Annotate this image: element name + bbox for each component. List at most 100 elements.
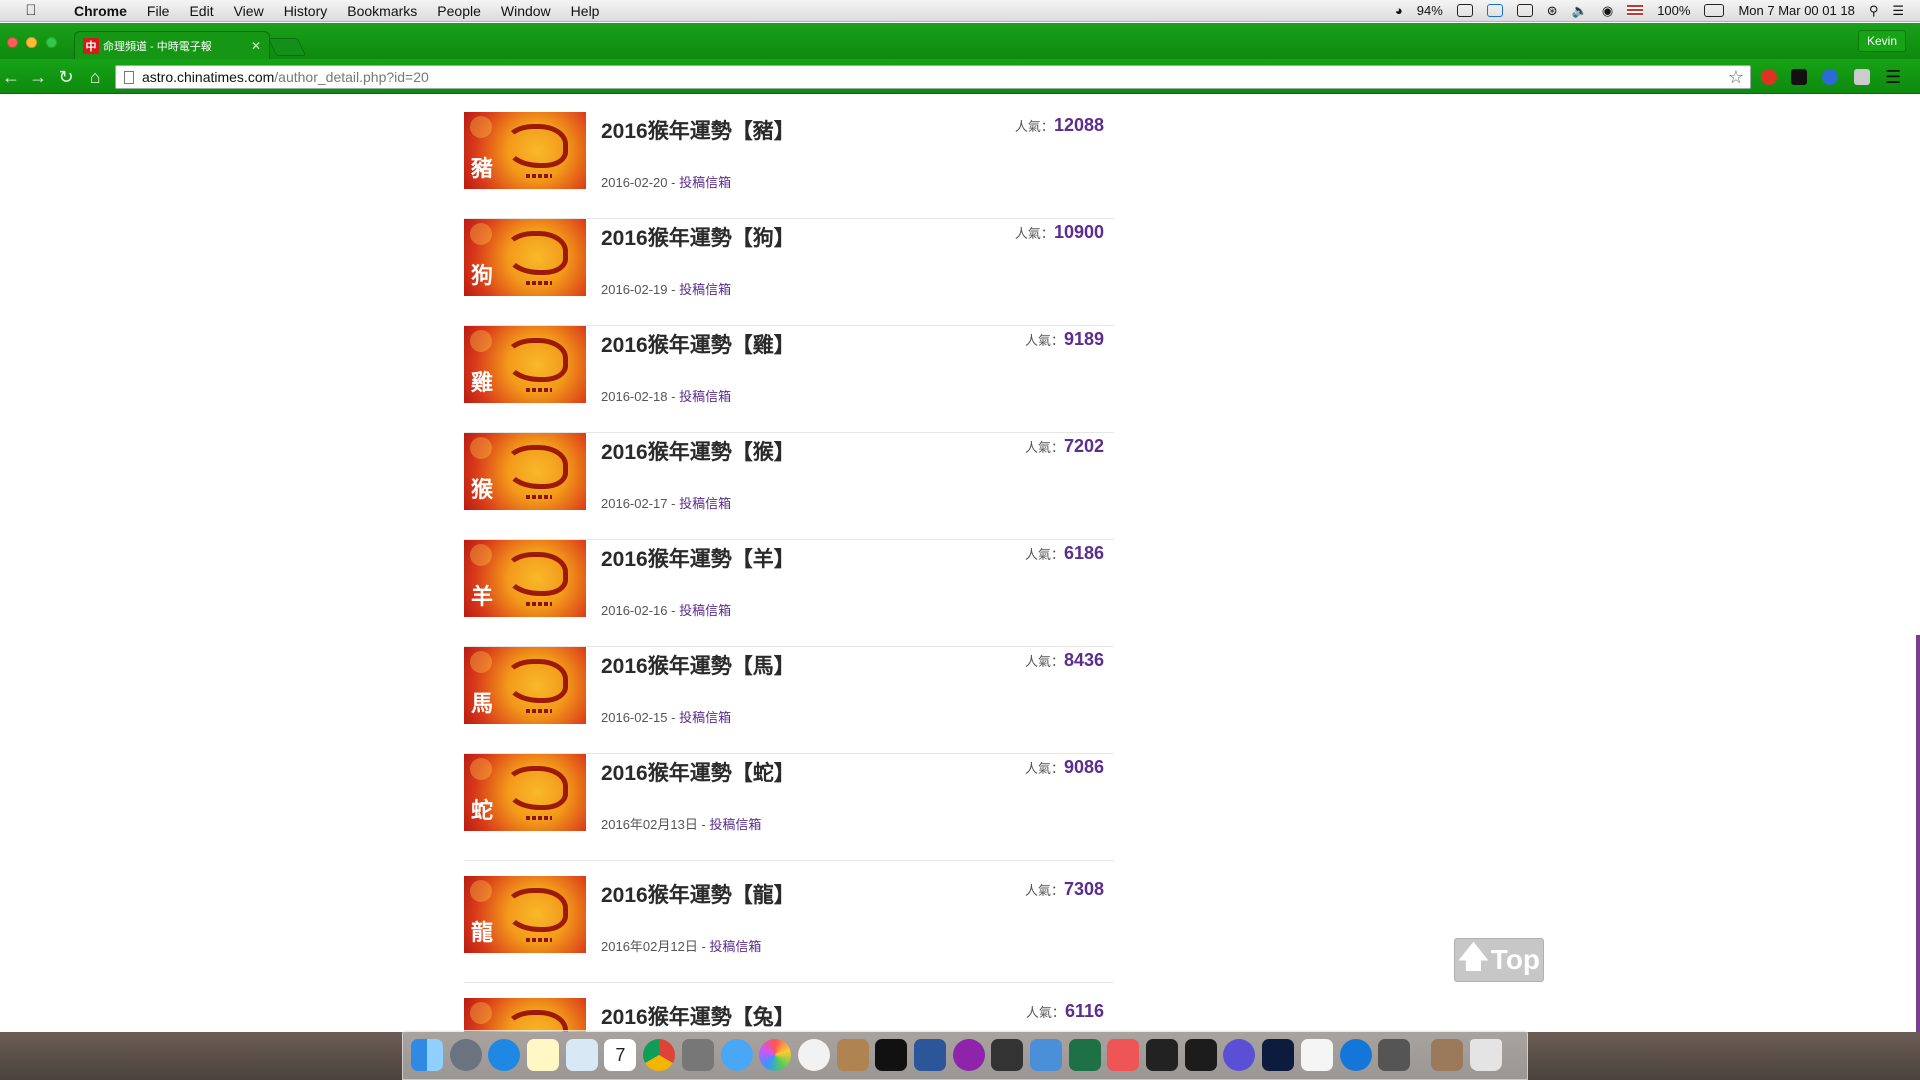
window-close-button[interactable] [7,37,18,48]
flag-icon[interactable] [1627,5,1644,16]
volume-icon[interactable]: 🔈 [1572,3,1588,19]
book-icon[interactable] [1430,1039,1463,1071]
extension-record-icon[interactable] [1761,69,1777,85]
extension-reader-icon[interactable] [1791,69,1807,85]
menu-file[interactable]: File [147,3,170,19]
back-icon[interactable]: ← [1,67,21,87]
terminal-icon[interactable] [1146,1039,1179,1071]
excel-icon[interactable] [1068,1039,1101,1071]
activity-monitor-icon[interactable] [1184,1039,1217,1071]
menu-help[interactable]: Help [571,3,600,19]
textedit-icon[interactable] [1300,1039,1333,1071]
article-title[interactable]: 2016猴年運勢【狗】 [601,222,795,252]
extension-shield-icon[interactable] [1822,69,1838,85]
keynote-icon[interactable] [1107,1039,1140,1071]
cpu-icon[interactable]: ◕ [1395,3,1403,18]
mailbox-link[interactable]: 投稿信箱 [679,389,731,404]
article-item[interactable]: 羊 2016猴年運勢【羊】 2016-02-16 - 投稿信箱 人氣：6186 [464,540,1114,647]
article-item[interactable]: 狗 2016猴年運勢【狗】 2016-02-19 - 投稿信箱 人氣：10900 [464,219,1114,326]
memory-icon[interactable] [1516,4,1533,17]
article-thumbnail[interactable]: 兔 [464,998,586,1032]
back-to-top-button[interactable]: 🡅 Top [1454,938,1544,982]
address-bar[interactable]: astro.chinatimes.com /author_detail.php?… [115,65,1751,89]
calendar-icon[interactable]: 7 [604,1039,637,1071]
article-title[interactable]: 2016猴年運勢【羊】 [601,543,795,573]
finder-icon[interactable] [411,1039,443,1071]
chrome-menu-icon[interactable]: ☰ [1885,67,1901,88]
article-title[interactable]: 2016猴年運勢【豬】 [601,115,795,145]
article-item[interactable]: 兔 2016猴年運勢【兔】 人氣：6116 [464,998,1114,1032]
new-tab-button[interactable] [267,38,307,56]
imovie-icon[interactable] [991,1039,1024,1071]
menu-window[interactable]: Window [501,3,551,19]
trash-icon[interactable] [1469,1039,1502,1071]
mailbox-link[interactable]: 投稿信箱 [679,710,731,725]
article-title[interactable]: 2016猴年運勢【龍】 [601,879,795,909]
article-title[interactable]: 2016猴年運勢【馬】 [601,650,795,680]
menu-edit[interactable]: Edit [189,3,213,19]
imovie-star-icon[interactable] [1223,1039,1256,1071]
photos-icon[interactable] [759,1039,792,1071]
home-icon[interactable]: ⌂ [85,67,105,87]
article-thumbnail[interactable]: 馬 [464,647,586,724]
browser-tab[interactable]: 中 命理頻道 - 中時電子報 ✕ [74,31,270,59]
bluetooth-icon[interactable]: ⊛ [1547,3,1558,19]
article-item[interactable]: 蛇 2016猴年運勢【蛇】 2016年02月13日 - 投稿信箱 人氣：9086 [464,754,1114,861]
menu-app-name[interactable]: Chrome [74,3,127,19]
article-title[interactable]: 2016猴年運勢【雞】 [601,329,795,359]
article-thumbnail[interactable]: 羊 [464,540,586,617]
contacts-icon[interactable] [836,1039,869,1071]
article-title[interactable]: 2016猴年運勢【兔】 [601,1001,795,1031]
launchpad-icon[interactable] [449,1039,482,1071]
podcast-icon[interactable] [952,1039,985,1071]
system-app-icon[interactable] [681,1039,714,1071]
tab-close-icon[interactable]: ✕ [251,39,261,53]
window-maximize-button[interactable] [46,37,57,48]
article-thumbnail[interactable]: 豬 [464,112,586,189]
preview-icon[interactable] [565,1039,598,1071]
article-item[interactable]: 龍 2016猴年運勢【龍】 2016年02月12日 - 投稿信箱 人氣：7308 [464,876,1114,983]
article-thumbnail[interactable]: 龍 [464,876,586,953]
wifi-icon[interactable]: ◉ [1602,3,1613,19]
notification-center-icon[interactable]: ☰ [1892,3,1904,19]
mailbox-link[interactable]: 投稿信箱 [679,496,731,511]
chrome-icon[interactable] [643,1039,676,1071]
menu-history[interactable]: History [284,3,328,19]
menu-people[interactable]: People [437,3,481,19]
notes-icon[interactable] [527,1039,560,1071]
photoshop-icon[interactable] [1262,1039,1295,1071]
spotlight-icon[interactable]: ⚲ [1869,3,1879,19]
article-item[interactable]: 雞 2016猴年運勢【雞】 2016-02-18 - 投稿信箱 人氣：9189 [464,326,1114,433]
article-thumbnail[interactable]: 狗 [464,219,586,296]
forward-icon[interactable]: → [28,67,48,87]
menu-view[interactable]: View [234,3,264,19]
screen-icon[interactable] [1378,1039,1411,1071]
article-item[interactable]: 猴 2016猴年運勢【猴】 2016-02-17 - 投稿信箱 人氣：7202 [464,433,1114,540]
apple-menu-icon[interactable]:  [20,2,42,19]
mailbox-link[interactable]: 投稿信箱 [709,817,761,832]
messages-icon[interactable] [720,1039,753,1071]
article-item[interactable]: 豬 2016猴年運勢【豬】 2016-02-20 - 投稿信箱 人氣：12088 [464,112,1114,219]
gopro-icon[interactable] [875,1039,908,1071]
mailbox-link[interactable]: 投稿信箱 [709,939,761,954]
word-icon[interactable] [913,1039,946,1071]
menu-bookmarks[interactable]: Bookmarks [347,3,417,19]
itunes-icon[interactable] [797,1039,830,1071]
xcode-icon[interactable] [1030,1039,1062,1071]
display-icon[interactable] [1456,4,1473,17]
mailbox-link[interactable]: 投稿信箱 [679,175,731,190]
article-thumbnail[interactable]: 雞 [464,326,586,403]
window-minimize-button[interactable] [26,37,37,48]
article-thumbnail[interactable]: 猴 [464,433,586,510]
extension-grey-icon[interactable] [1854,69,1870,85]
article-thumbnail[interactable]: 蛇 [464,754,586,831]
dropbox-icon[interactable] [1486,4,1503,17]
teamviewer-icon[interactable] [1339,1039,1372,1071]
battery-icon[interactable] [1704,4,1725,17]
bookmark-star-icon[interactable]: ☆ [1728,67,1744,88]
clock[interactable]: Mon 7 Mar 00 01 18 [1738,3,1854,18]
article-title[interactable]: 2016猴年運勢【猴】 [601,436,795,466]
reload-icon[interactable]: ↻ [56,67,76,87]
mailbox-link[interactable]: 投稿信箱 [679,282,731,297]
profile-button[interactable]: Kevin [1857,30,1906,52]
